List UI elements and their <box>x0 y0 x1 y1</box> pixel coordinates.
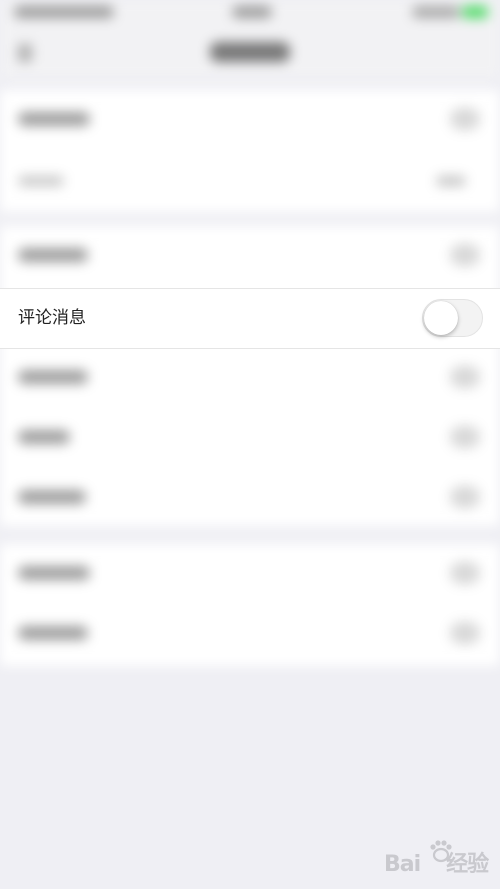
row-value <box>436 176 466 186</box>
toggle-knob <box>424 301 458 335</box>
blurred-background <box>0 0 500 889</box>
page-title <box>210 42 290 62</box>
comment-messages-label: 评论消息 <box>18 308 86 328</box>
settings-row[interactable] <box>0 544 500 604</box>
row-label <box>18 490 86 504</box>
settings-row[interactable] <box>0 604 500 664</box>
row-label <box>18 248 88 262</box>
battery-icon <box>462 6 488 18</box>
row-label <box>18 566 90 580</box>
status-time <box>232 6 272 18</box>
row-label <box>18 176 64 186</box>
baidu-jingyan-watermark: Bai 经验 <box>384 836 494 877</box>
row-label <box>18 626 88 640</box>
status-bar <box>0 0 500 28</box>
nav-bar <box>0 28 500 78</box>
back-icon[interactable] <box>18 44 32 62</box>
settings-row[interactable] <box>0 348 500 408</box>
comment-messages-toggle[interactable] <box>422 299 483 337</box>
settings-row-comment-messages[interactable]: 评论消息 <box>0 288 500 349</box>
settings-group-3 <box>0 544 500 666</box>
row-label <box>18 430 70 444</box>
settings-row[interactable] <box>0 90 500 150</box>
row-label <box>18 370 88 384</box>
settings-group-1 <box>0 90 500 212</box>
settings-row[interactable] <box>0 468 500 528</box>
settings-group-2 <box>0 226 500 526</box>
status-indicators <box>412 6 460 18</box>
row-label <box>18 112 90 126</box>
row-toggle[interactable] <box>450 486 480 508</box>
row-toggle[interactable] <box>450 108 480 130</box>
settings-row[interactable] <box>0 408 500 468</box>
row-toggle[interactable] <box>450 366 480 388</box>
row-toggle[interactable] <box>450 244 480 266</box>
paw-icon <box>430 840 452 863</box>
settings-row[interactable] <box>0 152 500 212</box>
settings-row[interactable] <box>0 226 500 286</box>
carrier-signal <box>14 6 114 18</box>
row-toggle[interactable] <box>450 562 480 584</box>
row-toggle[interactable] <box>450 622 480 644</box>
row-toggle[interactable] <box>450 426 480 448</box>
